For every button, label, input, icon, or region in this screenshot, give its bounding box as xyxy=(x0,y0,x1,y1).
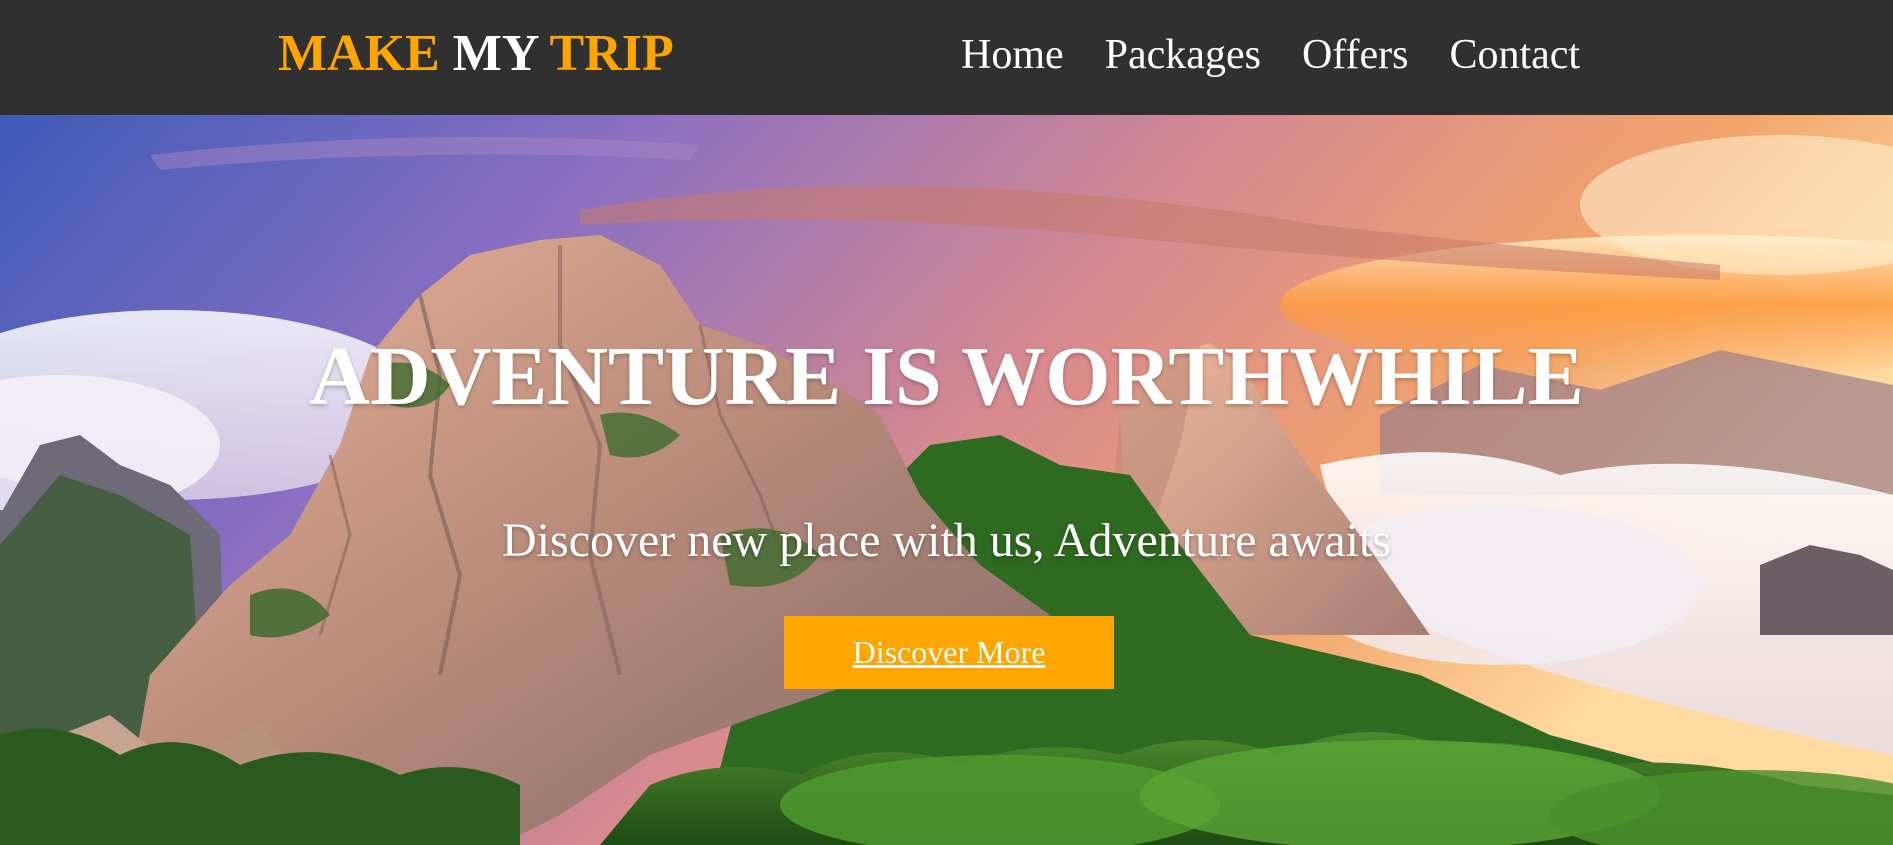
logo-make: MAKE xyxy=(278,25,440,82)
nav-offers[interactable]: Offers xyxy=(1302,30,1409,80)
hero-subheadline: Discover new place with us, Adventure aw… xyxy=(501,514,1392,567)
site-logo[interactable]: MAKE MY TRIP xyxy=(278,22,674,86)
navbar: MAKE MY TRIP Home Packages Offers Contac… xyxy=(0,0,1893,115)
nav-contact[interactable]: Contact xyxy=(1449,30,1580,80)
nav-home[interactable]: Home xyxy=(961,30,1064,80)
hero-background-image xyxy=(0,115,1893,845)
hero-headline: ADVENTURE IS WORTHWHILE xyxy=(309,330,1584,424)
discover-more-button[interactable]: Discover More xyxy=(784,616,1114,689)
logo-my: MY xyxy=(452,25,538,82)
hero-section: ADVENTURE IS WORTHWHILE Discover new pla… xyxy=(0,115,1893,845)
logo-trip: TRIP xyxy=(549,25,674,82)
nav-packages[interactable]: Packages xyxy=(1105,30,1261,80)
main-nav: Home Packages Offers Contact xyxy=(961,30,1621,80)
